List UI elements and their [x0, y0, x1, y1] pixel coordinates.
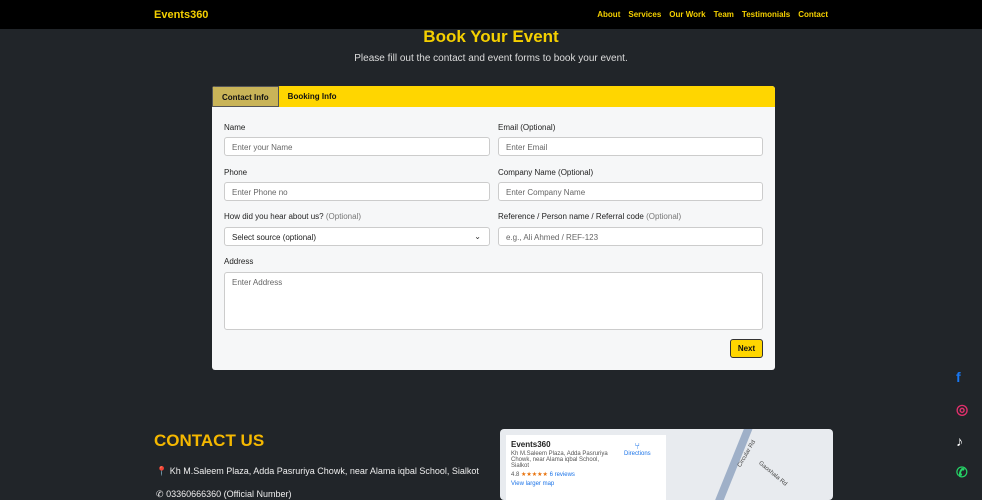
map-reviews-link[interactable]: 6 reviews: [550, 472, 575, 478]
page-title: Book Your Event: [423, 27, 559, 46]
star-rating-icon: ★★★★★: [521, 472, 548, 478]
reference-input[interactable]: e.g., Ali Ahmed / REF-123: [498, 227, 763, 246]
directions-label: Directions: [624, 451, 651, 457]
instagram-icon[interactable]: ◎: [956, 401, 968, 418]
navbar: Events360 About Services Our Work Team T…: [0, 0, 982, 29]
whatsapp-icon[interactable]: ✆: [956, 464, 968, 481]
next-button[interactable]: Next: [730, 339, 763, 358]
brand-logo[interactable]: Events360: [154, 9, 208, 21]
source-select[interactable]: Select source (optional) ⌄: [224, 227, 490, 246]
booking-form: Contact Info Booking Info Name Enter you…: [212, 86, 775, 370]
phone-label: Phone: [224, 168, 248, 177]
name-input[interactable]: Enter your Name: [224, 137, 490, 156]
location-pin-icon: 📍: [156, 466, 168, 476]
email-label: Email (Optional): [498, 123, 556, 132]
page-subtitle: Please fill out the contact and event fo…: [354, 53, 628, 64]
reference-label: Reference / Person name / Referral code …: [498, 212, 681, 221]
map-rating: 4.8: [511, 472, 520, 478]
tab-contact-info[interactable]: Contact Info: [212, 86, 279, 107]
name-label: Name: [224, 123, 246, 132]
email-input[interactable]: Enter Email: [498, 137, 763, 156]
phone-input[interactable]: Enter Phone no: [224, 182, 490, 201]
nav-contact[interactable]: Contact: [798, 10, 828, 19]
optional-hint: (Optional): [325, 212, 361, 221]
facebook-icon[interactable]: f: [956, 369, 961, 385]
address-text: Kh M.Saleem Plaza, Adda Pasruriya Chowk,…: [169, 466, 479, 476]
map-info-card: Events360 Kh M.Saleem Plaza, Adda Pasrur…: [506, 435, 666, 500]
company-input[interactable]: Enter Company Name: [498, 182, 763, 201]
directions-button[interactable]: ⑂ Directions: [624, 441, 651, 457]
road-label: Gaoshala Rd: [757, 460, 788, 488]
directions-icon: ⑂: [634, 441, 641, 451]
phone-icon: ✆: [156, 489, 164, 499]
source-label-text: How did you hear about us?: [224, 212, 324, 221]
contact-phone: ✆ 03360666360 (Official Number): [156, 489, 291, 500]
google-map[interactable]: Circular Rd Gaoshala Rd Events360 Kh M.S…: [500, 429, 833, 500]
nav-team[interactable]: Team: [714, 10, 734, 19]
tiktok-icon[interactable]: ♪: [956, 433, 963, 449]
address-label: Address: [224, 257, 254, 266]
view-larger-map-link[interactable]: View larger map: [511, 481, 661, 487]
tab-booking-info[interactable]: Booking Info: [279, 86, 346, 107]
source-label: How did you hear about us? (Optional): [224, 212, 361, 221]
nav-links: About Services Our Work Team Testimonial…: [597, 10, 828, 19]
map-road: [709, 429, 755, 500]
optional-hint: (Optional): [646, 212, 682, 221]
map-address: Kh M.Saleem Plaza, Adda Pasruriya Chowk,…: [511, 451, 608, 469]
company-label: Company Name (Optional): [498, 168, 594, 177]
phone-text: 03360666360 (Official Number): [166, 489, 292, 499]
chevron-down-icon: ⌄: [474, 232, 481, 241]
source-select-value: Select source (optional): [232, 233, 317, 242]
contact-title: CONTACT US: [154, 431, 265, 450]
contact-address: 📍 Kh M.Saleem Plaza, Adda Pasruriya Chow…: [156, 466, 479, 477]
nav-about[interactable]: About: [597, 10, 620, 19]
nav-services[interactable]: Services: [628, 10, 661, 19]
form-tabs: Contact Info Booking Info: [212, 86, 775, 107]
reference-label-text: Reference / Person name / Referral code: [498, 212, 644, 221]
nav-testimonials[interactable]: Testimonials: [742, 10, 790, 19]
nav-our-work[interactable]: Our Work: [669, 10, 705, 19]
address-textarea[interactable]: Enter Address: [224, 272, 763, 330]
